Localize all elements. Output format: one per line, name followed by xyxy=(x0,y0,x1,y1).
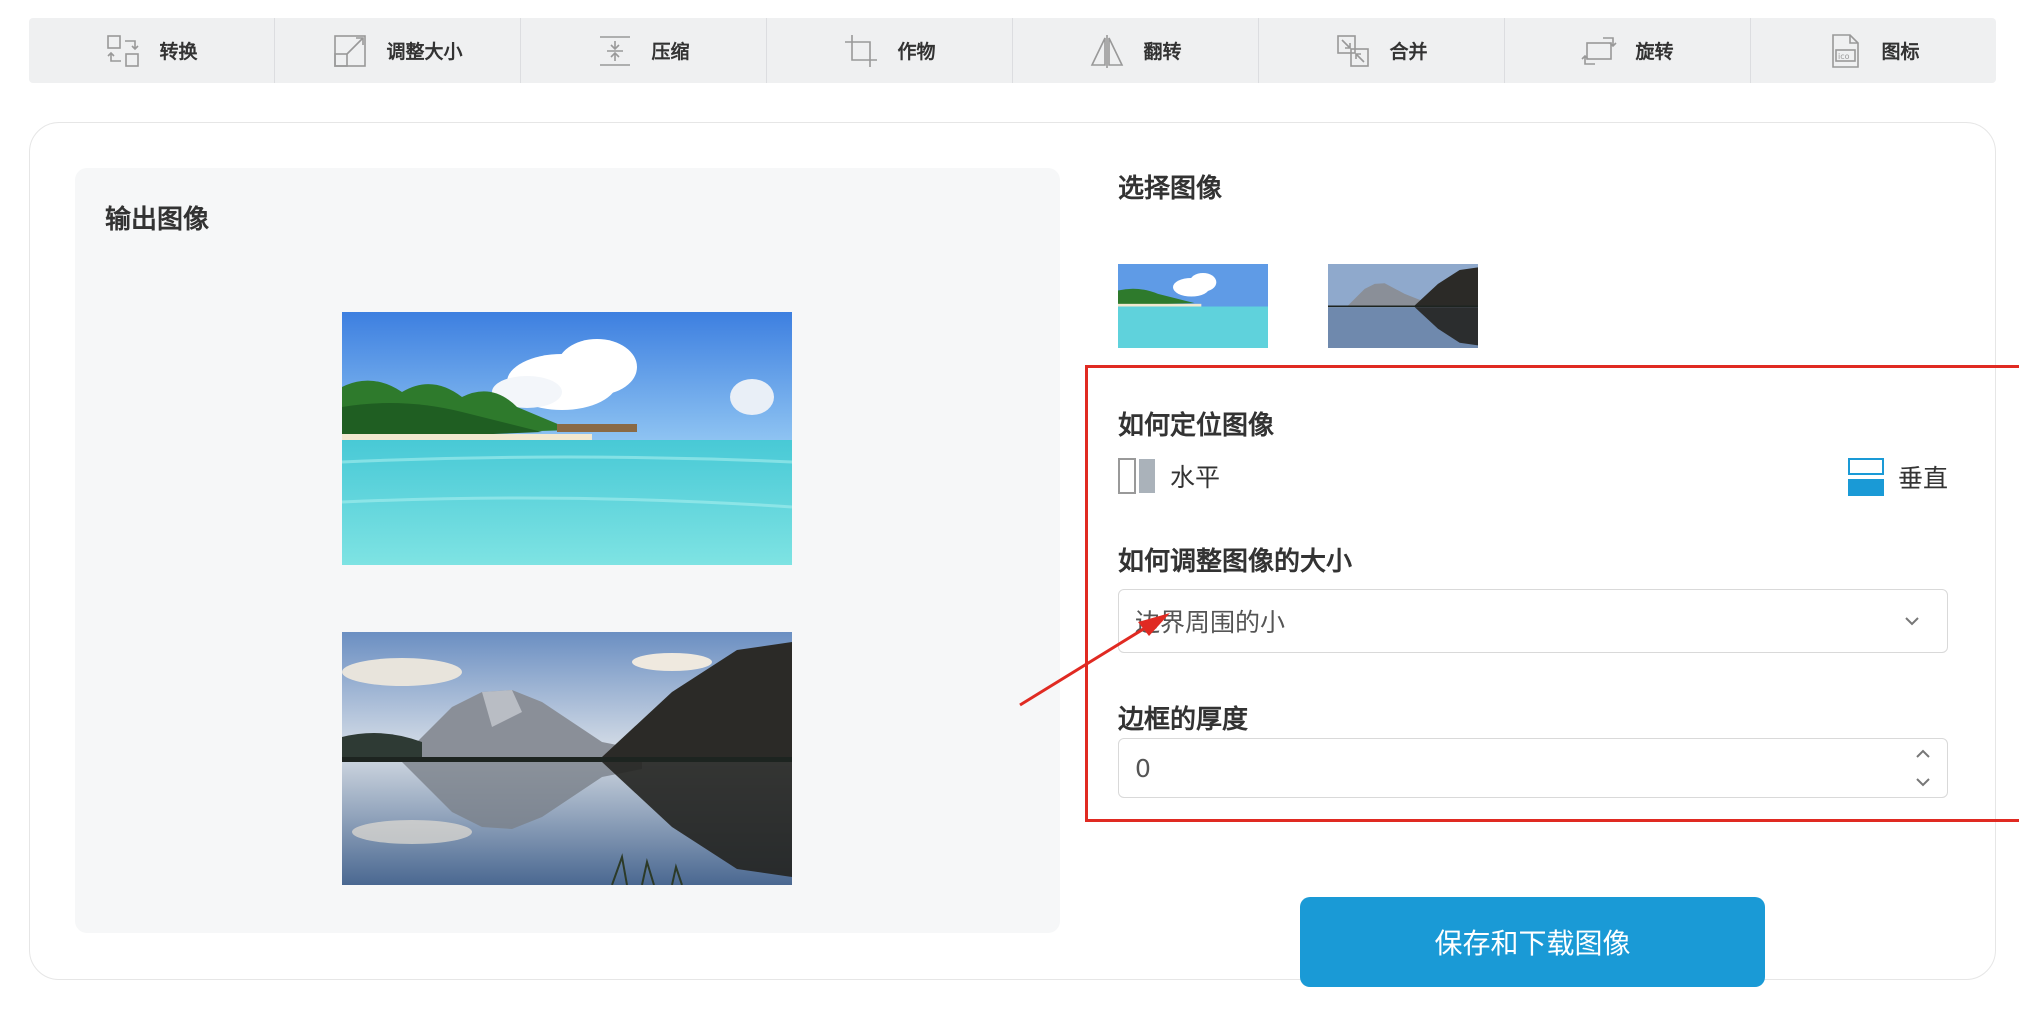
thumbnail-mountain[interactable] xyxy=(1328,264,1478,348)
orientation-vertical[interactable]: 垂直 xyxy=(1848,458,1948,496)
resize-select-value: 边界周围的小 xyxy=(1135,608,1286,637)
border-thickness-title: 边框的厚度 xyxy=(1118,705,1249,735)
tool-label: 合并 xyxy=(1389,41,1428,63)
select-images-title: 选择图像 xyxy=(1118,174,1223,204)
resize-icon xyxy=(334,34,367,67)
border-thickness-input[interactable]: 0 xyxy=(1118,738,1948,798)
orientation-horizontal-label: 水平 xyxy=(1170,463,1221,492)
tool-label: 压缩 xyxy=(651,41,690,63)
svg-text:ico: ico xyxy=(1838,52,1850,61)
orientation-vertical-label: 垂直 xyxy=(1898,464,1949,493)
tool-convert[interactable]: 转换 xyxy=(29,18,275,83)
thumbnail-beach[interactable] xyxy=(1118,264,1268,348)
tool-merge[interactable]: 合并 xyxy=(1259,18,1505,83)
tool-icon[interactable]: ico 图标 xyxy=(1751,18,1996,83)
resize-select[interactable]: 边界周围的小 xyxy=(1118,589,1948,653)
ico-file-icon: ico xyxy=(1832,33,1860,68)
output-title: 输出图像 xyxy=(105,205,210,235)
output-image-mountain xyxy=(342,632,792,885)
rotate-icon xyxy=(1581,36,1618,65)
tool-navbar: 转换 调整大小 压缩 作物 翻转 合并 旋转 ico 图标 xyxy=(29,18,1996,83)
tool-label: 旋转 xyxy=(1635,41,1674,63)
horizontal-layout-icon xyxy=(1118,458,1155,494)
tool-rotate[interactable]: 旋转 xyxy=(1505,18,1751,83)
flip-icon xyxy=(1091,34,1124,68)
save-download-button[interactable]: 保存和下载图像 xyxy=(1300,897,1765,987)
orientation-horizontal[interactable]: 水平 xyxy=(1118,458,1220,494)
tool-flip[interactable]: 翻转 xyxy=(1013,18,1259,83)
tool-resize[interactable]: 调整大小 xyxy=(275,18,521,83)
output-image-beach xyxy=(342,312,792,565)
border-thickness-value: 0 xyxy=(1135,753,1151,783)
tool-label: 调整大小 xyxy=(386,41,463,63)
tool-label: 图标 xyxy=(1881,41,1920,63)
chevron-down-icon[interactable] xyxy=(1913,772,1933,792)
chevron-up-icon[interactable] xyxy=(1913,744,1933,764)
vertical-layout-icon xyxy=(1848,458,1884,496)
resize-title: 如何调整图像的大小 xyxy=(1118,547,1353,577)
chevron-down-icon xyxy=(1905,617,1919,626)
convert-icon xyxy=(107,34,140,67)
tool-label: 翻转 xyxy=(1143,41,1182,63)
compress-icon xyxy=(600,35,631,66)
tool-compress[interactable]: 压缩 xyxy=(521,18,767,83)
position-title: 如何定位图像 xyxy=(1118,411,1275,441)
tool-crop[interactable]: 作物 xyxy=(767,18,1013,83)
tool-label: 作物 xyxy=(897,41,936,63)
merge-icon xyxy=(1337,34,1370,67)
tool-label: 转换 xyxy=(159,41,198,63)
crop-icon xyxy=(845,34,878,67)
